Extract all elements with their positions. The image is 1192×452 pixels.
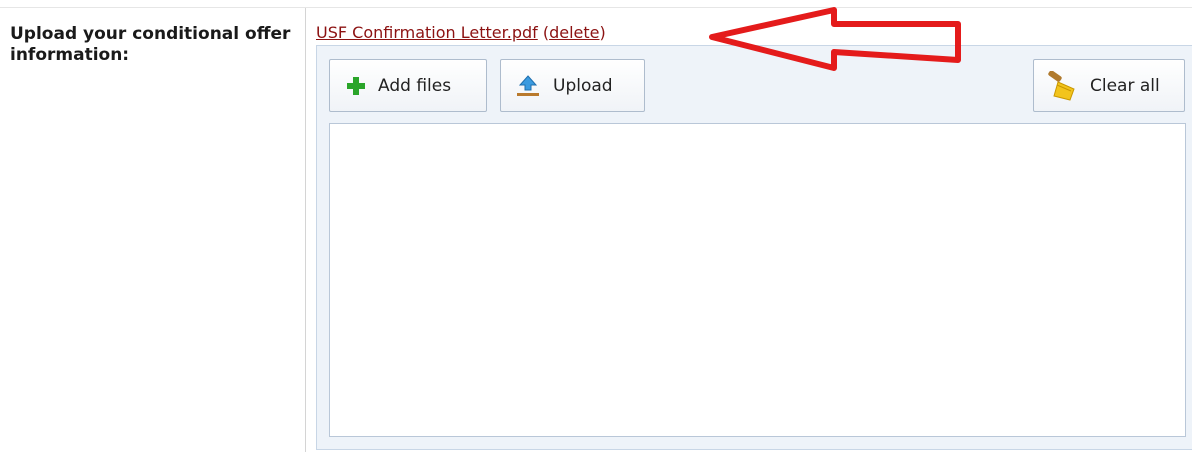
file-list-area[interactable] bbox=[329, 123, 1186, 437]
upload-arrow-icon bbox=[515, 74, 541, 97]
clear-all-button[interactable]: Clear all bbox=[1033, 59, 1185, 112]
top-border bbox=[0, 7, 1192, 8]
plus-icon bbox=[346, 76, 366, 96]
column-divider bbox=[305, 8, 306, 452]
uploaded-file-link[interactable]: USF Confirmation Letter.pdf bbox=[316, 23, 538, 42]
upload-button[interactable]: Upload bbox=[500, 59, 645, 112]
field-label: Upload your conditional offer informatio… bbox=[10, 24, 291, 65]
upload-label: Upload bbox=[553, 75, 613, 96]
delete-close-paren: ) bbox=[599, 23, 606, 42]
add-files-label: Add files bbox=[378, 75, 452, 96]
clear-all-label: Clear all bbox=[1090, 75, 1160, 96]
delete-link[interactable]: delete bbox=[549, 23, 599, 42]
broom-icon bbox=[1044, 70, 1078, 101]
uploaded-file-line: USF Confirmation Letter.pdf (delete) bbox=[316, 23, 606, 42]
add-files-button[interactable]: Add files bbox=[329, 59, 487, 112]
delete-open-paren: ( bbox=[537, 23, 550, 42]
